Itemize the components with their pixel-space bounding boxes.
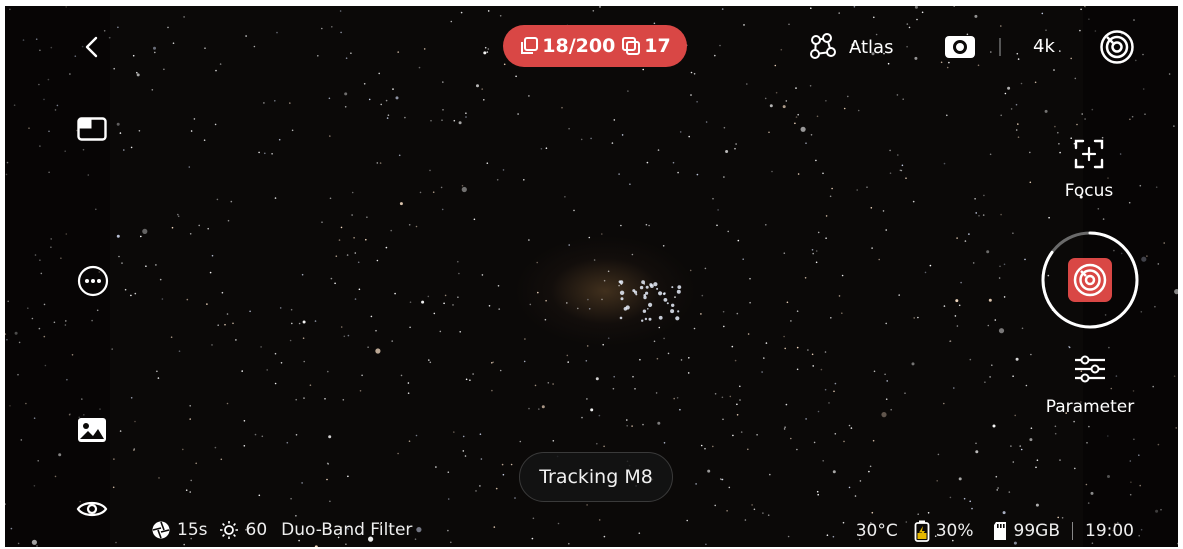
more-dots-icon bbox=[77, 265, 109, 297]
tracking-text: Tracking M8 bbox=[539, 466, 653, 488]
aperture-icon bbox=[152, 521, 170, 539]
gain-icon bbox=[219, 521, 238, 539]
storage-value: 99GB bbox=[1013, 521, 1060, 541]
back-button[interactable] bbox=[81, 34, 103, 60]
skipped-frames-icon bbox=[622, 37, 641, 55]
gain-value: 60 bbox=[245, 520, 268, 540]
capture-info-bar: 15s 60 Duo-Band Filter bbox=[151, 520, 412, 540]
temperature-value: 30°C bbox=[855, 521, 898, 541]
target-settings-button[interactable] bbox=[1099, 29, 1135, 65]
focus-label: Focus bbox=[1064, 181, 1114, 201]
atlas-label: Atlas bbox=[849, 36, 894, 58]
battery-charging-icon bbox=[914, 520, 930, 542]
live-view-screen: 18/200 17 Atlas 4k Focus Parameter Track… bbox=[5, 6, 1178, 547]
camera-icon bbox=[945, 36, 975, 58]
divider bbox=[999, 38, 1001, 56]
sliders-icon bbox=[1075, 355, 1105, 383]
stacked-frames-icon bbox=[521, 37, 539, 54]
chevron-left-icon bbox=[85, 36, 98, 58]
parameter-button[interactable] bbox=[1073, 355, 1107, 383]
parameter-label: Parameter bbox=[1045, 397, 1135, 417]
exposure-value: 15s bbox=[177, 520, 208, 540]
eye-icon bbox=[76, 501, 108, 517]
device-status-bar: 30°C 30% 99GB 19:00 bbox=[856, 520, 1134, 542]
battery-value: 30% bbox=[935, 521, 974, 541]
image-icon bbox=[78, 418, 106, 442]
shutter-progress-ring bbox=[1041, 231, 1139, 329]
shutter-button[interactable] bbox=[1039, 229, 1141, 335]
frames-skipped-count: 17 bbox=[644, 35, 671, 57]
picture-in-picture-icon bbox=[77, 117, 107, 141]
divider bbox=[1072, 522, 1073, 540]
visibility-toggle-button[interactable] bbox=[76, 498, 108, 520]
frames-stacked-count: 18/200 bbox=[542, 35, 616, 57]
stacking-counter-badge: 18/200 17 bbox=[503, 25, 687, 67]
gallery-button[interactable] bbox=[77, 417, 107, 443]
resolution-button[interactable]: 4k bbox=[1033, 36, 1055, 57]
sd-card-icon bbox=[993, 522, 1006, 540]
camera-mode-button[interactable] bbox=[944, 35, 976, 59]
tracking-status-badge: Tracking M8 bbox=[519, 452, 673, 502]
concentric-rings-icon bbox=[1100, 30, 1134, 64]
filter-name: Duo-Band Filter bbox=[281, 520, 413, 540]
constellation-icon bbox=[810, 33, 836, 59]
clock-time: 19:00 bbox=[1085, 521, 1134, 541]
more-options-button[interactable] bbox=[77, 265, 109, 297]
focus-icon bbox=[1074, 139, 1104, 169]
focus-button[interactable] bbox=[1073, 138, 1105, 170]
atlas-button[interactable]: Atlas bbox=[807, 32, 893, 62]
layout-toggle-button[interactable] bbox=[77, 117, 107, 141]
